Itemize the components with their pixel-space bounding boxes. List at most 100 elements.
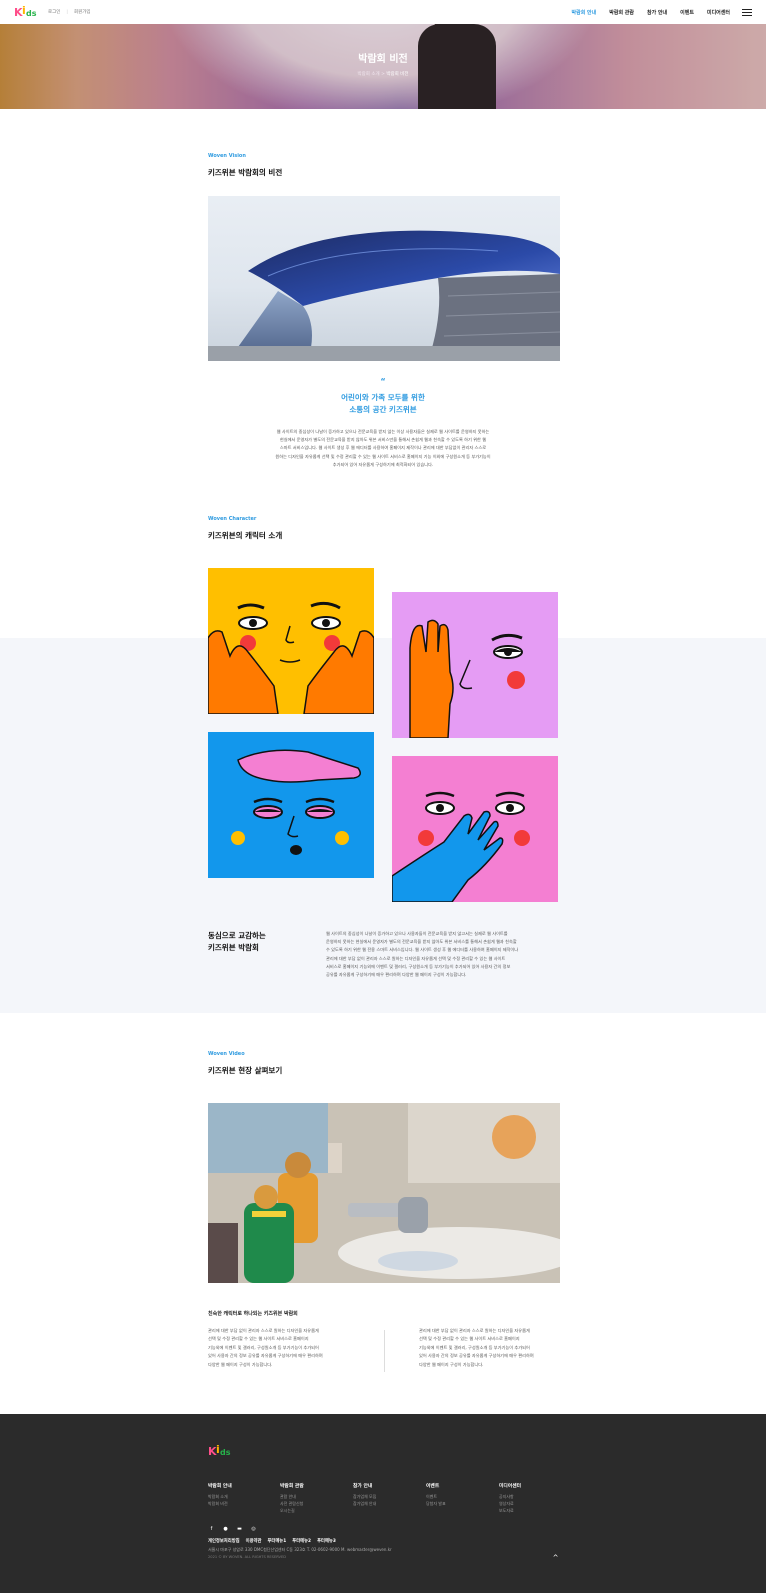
character-pink-card [392,756,558,902]
footer-col-title[interactable]: 미디어센터 [499,1482,521,1489]
footer-col-participation: 참가 안내 참가업체 모집 참가업체 안내 [353,1482,376,1507]
nav-item-viewing[interactable]: 박람회 관람 [609,9,634,16]
hero-overlay [0,24,766,109]
footer-col-expo-info: 박람회 안내 박람회 소개 박람회 비전 [208,1482,232,1507]
vision-eyebrow: Woven Vision [208,153,246,159]
character-side-body-line: 관리에 대한 부담 없이 관리자 스스로 원하는 디자인을 자유롭게 선택 및 … [326,955,506,961]
quote-mark: “ [380,377,386,386]
site-footer: K i ds 박람회 안내 박람회 소개 박람회 비전 박람회 관람 관람 안내… [0,1414,766,1593]
login-link[interactable]: 로그인 [48,9,60,15]
vision-body-line: 추가되어 있어 자유롭게 구성하기에 최적화되어 있습니다. [332,461,434,467]
breadcrumb: 박람회 소개 > 박람회 비전 [0,71,766,77]
footer-col-title[interactable]: 이벤트 [426,1482,446,1489]
character-side-body-line: 웹 사이트의 중심성이 나날이 증가하고 있으나 사용자들이 전문교육을 받지 … [326,931,508,936]
vision-body-line: 원하는 디자인을 자유롭게 선택 및 수정 관리할 수 있는 웹 사이트 서비스… [275,453,491,459]
character-side-title-line: 키즈위븐 박람회 [208,943,259,952]
footer-menu-link[interactable]: 푸터메뉴2 [292,1538,311,1544]
footer-logo[interactable]: K i ds [208,1442,231,1460]
vision-body-line: 현실에서 운영자가 별도의 전문교육을 받지 않아도 위븐 서비스만을 통해서 … [279,437,487,443]
footer-link[interactable]: 참가업체 안내 [353,1500,376,1507]
util-separator: | [66,9,68,15]
video-text-left-line: 있어 사용자 간의 정보 공유를 자유롭게 구성하기에 매우 편리하며 [208,1353,323,1359]
footer-link[interactable]: 영상자료 [499,1500,521,1507]
privacy-policy-link[interactable]: 개인정보처리방침 [208,1538,240,1544]
site-logo[interactable]: K i ds [14,4,37,20]
footer-link[interactable]: 참가업체 모집 [353,1493,376,1500]
video-text-left-line: 다양한 웹 페이지 구성이 가능합니다. [208,1361,273,1367]
footer-link[interactable]: 오시는길 [280,1507,304,1514]
talk-icon[interactable]: ● [222,1525,229,1532]
character-side-body-line: 운영하지 못하는 현실에서 운영자가 별도의 전문교육을 받지 않아도 위븐 서… [326,939,517,945]
character-yellow-card [208,568,374,714]
vision-body-line: 스마트 서비스입니다. 웹 사이트 생성 후 웹 에디터를 사용하여 홈페이지 … [279,445,487,451]
character-side-title-line: 동심으로 교감하는 [208,931,266,940]
page: K i ds 로그인 | 회원가입 박람회 안내 박람회 관람 참가 안내 이벤… [0,0,766,1593]
terms-link[interactable]: 이용약관 [246,1538,262,1544]
footer-col-event: 이벤트 이벤트 당첨자 발표 [426,1482,446,1507]
character-title: 키즈위븐의 캐릭터 소개 [208,531,283,540]
sns-links: f ● ▬ ◎ [208,1525,257,1532]
main-nav: 박람회 안내 박람회 관람 참가 안내 이벤트 미디어센터 [572,9,730,16]
blog-icon[interactable]: ▬ [236,1525,243,1532]
video-text-right-line: 기능외에 이벤트 및 갤러리, 구성원소개 등 부가기능이 추가되어 [419,1344,530,1350]
character-side-body: 웹 사이트의 중심성이 나날이 증가하고 있으나 사용자들이 전문교육을 받지 … [326,930,558,979]
column-divider [384,1330,385,1372]
site-header: K i ds 로그인 | 회원가입 박람회 안내 박람회 관람 참가 안내 이벤… [0,0,766,24]
vision-lead-line1: 어린이와 가족 모두를 위한 [341,393,425,402]
footer-link[interactable]: 당첨자 발표 [426,1500,446,1507]
vision-lead-line2: 소통의 공간 키즈위븐 [349,405,417,414]
footer-link[interactable]: 박람회 비전 [208,1500,232,1507]
nav-item-participation[interactable]: 참가 안내 [647,9,667,16]
video-thumbnail[interactable] [208,1103,560,1283]
nav-item-media[interactable]: 미디어센터 [707,9,730,16]
footer-link[interactable]: 사전 관람신청 [280,1500,304,1507]
character-side-title: 동심으로 교감하는 키즈위븐 박람회 [208,930,266,954]
video-text-left-line: 선택 및 수정 관리할 수 있는 웹 사이트 서비스로 홈페이지 [208,1336,309,1342]
footer-link[interactable]: 박람회 소개 [208,1493,232,1500]
breadcrumb-parent[interactable]: 박람회 소개 [358,72,380,77]
footer-menu-link[interactable]: 푸터메뉴3 [317,1538,336,1544]
util-menu: 로그인 | 회원가입 [48,9,91,16]
footer-col-title[interactable]: 참가 안내 [353,1482,376,1489]
character-lilac-card [392,592,558,738]
scroll-top-button[interactable]: ^ [551,1554,560,1563]
nav-item-expo-info[interactable]: 박람회 안내 [572,9,597,16]
video-title: 키즈위븐 현장 살펴보기 [208,1066,283,1075]
footer-link[interactable]: 관람 안내 [280,1493,304,1500]
character-side-body-line: 공유를 자유롭게 구성하기에 매우 편리하며 다양한 웹 페이지 구성이 가능합… [326,972,467,978]
video-subtitle: 친숙한 캐릭터로 하나되는 키즈위븐 박람회 [208,1311,298,1317]
footer-col-title[interactable]: 박람회 안내 [208,1482,232,1489]
video-text-right-line: 선택 및 수정 관리할 수 있는 웹 사이트 서비스로 홈페이지 [419,1336,520,1342]
video-text-left-line: 관리에 대한 부담 없이 관리자 스스로 원하는 디자인을 자유롭게 [208,1328,319,1333]
video-eyebrow: Woven Video [208,1051,245,1057]
footer-col-title[interactable]: 박람회 관람 [280,1482,304,1489]
video-text-left-line: 기능외에 이벤트 및 갤러리, 구성원소개 등 부가기능이 추가되어 [208,1344,319,1350]
footer-link[interactable]: 공지사항 [499,1493,521,1500]
footer-col-media: 미디어센터 공지사항 영상자료 보도자료 [499,1482,521,1514]
video-text-right-line: 있어 사용자 간의 정보 공유를 자유롭게 구성하기에 매우 편리하며 [419,1353,534,1359]
footer-copyright: 2021 © BY WOVEN. ALL RIGHTS RESERVED [208,1555,287,1559]
character-side-body-line: 수 있도록 하기 위한 웹 전용 스마트 서비스입니다. 웹 사이트 생성 후 … [326,947,519,953]
video-text-right: 관리에 대한 부담 없이 관리자 스스로 원하는 디자인을 자유롭게 선택 및 … [419,1327,569,1369]
vision-building-image [208,196,560,361]
instagram-icon[interactable]: ◎ [250,1525,257,1532]
footer-link[interactable]: 이벤트 [426,1493,446,1500]
signup-link[interactable]: 회원가입 [74,9,91,15]
vision-body: 웹 사이트의 중심성이 나날이 증가하고 있으나 전문교육을 받지 않는 이상 … [250,428,516,469]
character-eyebrow: Woven Character [208,516,257,522]
breadcrumb-separator: > [381,72,385,77]
footer-link[interactable]: 보도자료 [499,1507,521,1514]
vision-title: 키즈위븐 박람회의 비전 [208,168,283,177]
character-blue-card [208,732,374,878]
footer-menu-link[interactable]: 푸터메뉴1 [267,1538,286,1544]
facebook-icon[interactable]: f [208,1525,215,1532]
video-text-right-line: 다양한 웹 페이지 구성이 가능합니다. [419,1361,484,1367]
nav-item-event[interactable]: 이벤트 [680,9,694,16]
video-text-right-line: 관리에 대한 부담 없이 관리자 스스로 원하는 디자인을 자유롭게 [419,1328,530,1333]
character-side-body-line: 서비스로 홈페이지 기능외에 이벤트 및 갤러리, 구성원소개 등 부가기능이 … [326,963,511,969]
footer-col-viewing: 박람회 관람 관람 안내 사전 관람신청 오시는길 [280,1482,304,1514]
hamburger-menu-icon[interactable] [742,8,752,16]
footer-policy-links: 개인정보처리방침 이용약관 푸터메뉴1 푸터메뉴2 푸터메뉴3 [208,1538,336,1544]
page-title: 박람회 비전 [358,54,408,65]
vision-body-line: 웹 사이트의 중심성이 나날이 증가하고 있으나 전문교육을 받지 않는 이상 … [276,429,490,434]
